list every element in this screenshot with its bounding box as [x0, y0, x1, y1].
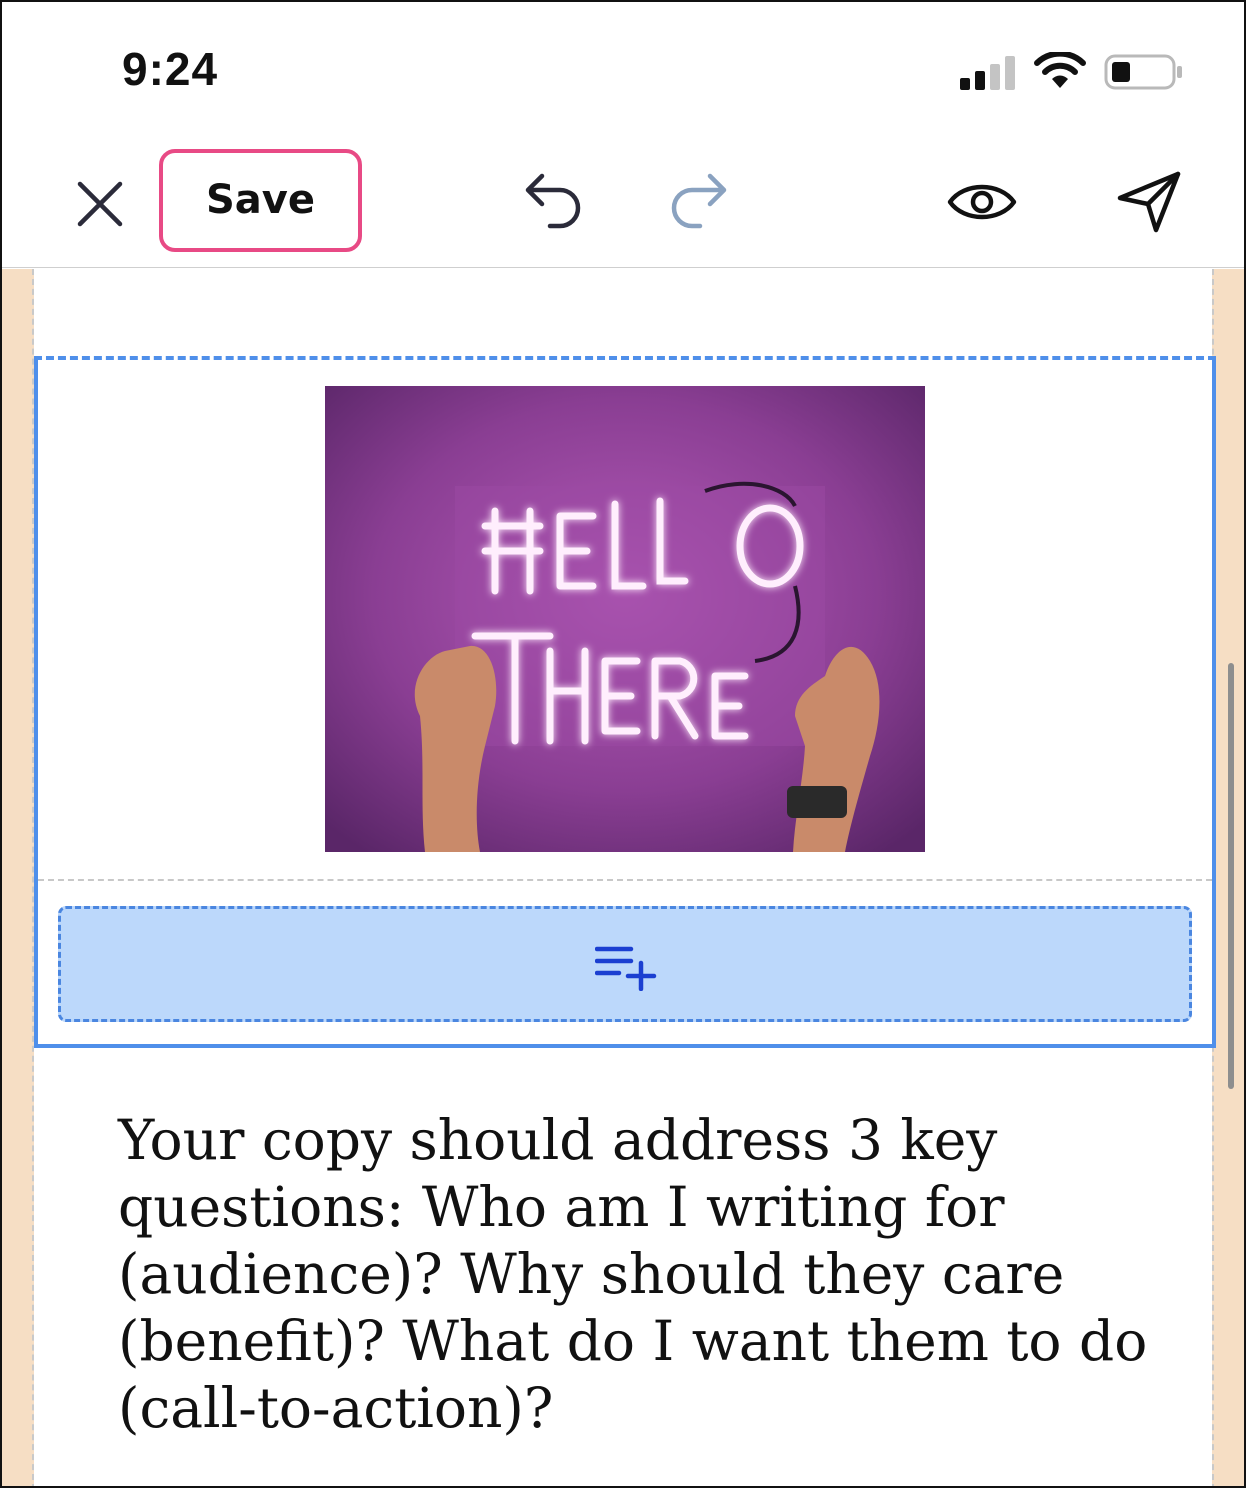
block-divider — [38, 879, 1212, 881]
left-margin — [2, 269, 34, 1486]
send-icon[interactable] — [1114, 168, 1184, 236]
image-block-selected[interactable] — [34, 356, 1216, 1048]
neon-sign-illustration — [325, 386, 925, 852]
add-row-icon — [595, 946, 657, 991]
cellular-signal-icon — [960, 56, 1015, 90]
redo-icon[interactable] — [666, 170, 732, 230]
phone-frame: 9:24 Save Your copy should address 3 key… — [0, 0, 1246, 1488]
close-icon[interactable] — [74, 178, 126, 230]
wifi-icon — [1034, 52, 1086, 88]
eye-icon[interactable] — [946, 178, 1018, 226]
battery-icon — [1104, 54, 1182, 90]
editor-toolbar: Save — [2, 132, 1244, 268]
add-row-button[interactable] — [58, 906, 1192, 1022]
status-time: 9:24 — [122, 43, 219, 95]
scrollbar[interactable] — [1228, 663, 1234, 1089]
hello-there-neon-image[interactable] — [325, 386, 925, 852]
save-button[interactable]: Save — [159, 149, 362, 252]
status-bar: 9:24 — [2, 2, 1244, 132]
undo-icon[interactable] — [520, 170, 586, 230]
editor-canvas[interactable]: Your copy should address 3 key questions… — [2, 269, 1244, 1486]
text-block[interactable]: Your copy should address 3 key questions… — [118, 1107, 1158, 1442]
